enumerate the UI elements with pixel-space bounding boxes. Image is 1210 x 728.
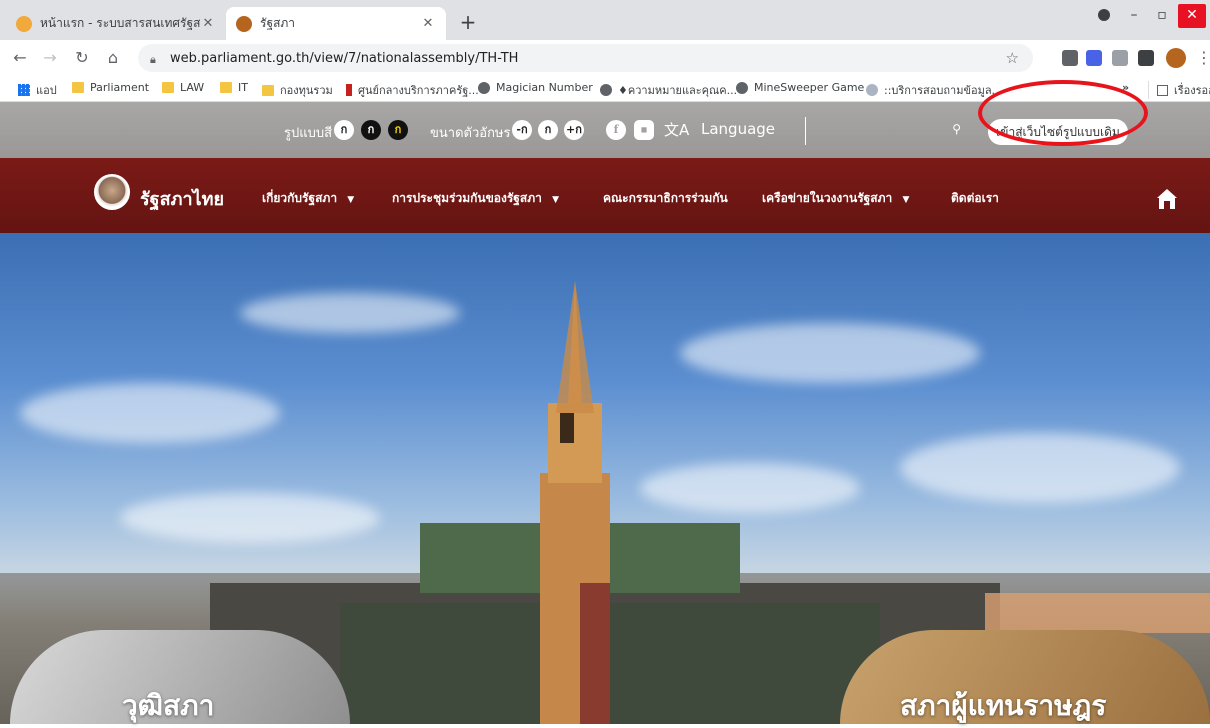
bookmark-meaning[interactable]: ♦ความหมายและคุณค... (600, 81, 737, 99)
language-button[interactable]: Language (701, 120, 775, 138)
tab-favicon (236, 15, 252, 32)
menu-kebab-icon[interactable]: ⋮ (1194, 48, 1210, 68)
browser-tab-home[interactable]: หน้าแรก - ระบบสารสนเทศรัฐสภา ✕ (6, 7, 226, 40)
home-browser-icon[interactable]: ⌂ (103, 48, 123, 68)
minimize-icon[interactable]: – (1120, 4, 1148, 28)
globe-icon (736, 81, 748, 94)
home-icon[interactable] (1156, 188, 1178, 214)
globe-icon (600, 84, 612, 96)
close-window-icon[interactable]: ✕ (1178, 4, 1206, 28)
extension-d-icon[interactable] (1086, 50, 1102, 66)
bookmark-parliament[interactable]: Parliament (72, 81, 149, 94)
site-search-input[interactable]: ⚲ (805, 117, 965, 145)
bookmark-minesweeper[interactable]: MineSweeper Game (736, 81, 864, 94)
bookmark-apps[interactable]: แอป (18, 81, 57, 99)
close-tab-icon[interactable]: ✕ (420, 16, 436, 31)
theme-label: รูปแบบสี (284, 126, 333, 141)
browser-tab-strip: หน้าแรก - ระบบสารสนเทศรัฐสภา ✕ รัฐสภา ✕ … (0, 0, 1210, 40)
globe-icon (478, 81, 490, 94)
theme-option-light[interactable]: ก (334, 120, 354, 140)
translate-icon[interactable]: 文A (664, 119, 689, 140)
browser-toolbar: ← → ↻ ⌂ 🔒︎ web.parliament.go.th/view/7/n… (0, 40, 1210, 76)
profile-icon[interactable] (1090, 4, 1118, 28)
extension-icon[interactable] (1062, 50, 1078, 66)
site-main-nav: รัฐสภาไทย เกี่ยวกับรัฐสภา ▼ การประชุมร่ว… (0, 158, 1210, 233)
reading-list-icon (1157, 84, 1168, 96)
house-of-representatives-card[interactable]: สภาผู้แทนราษฎร (840, 630, 1210, 724)
maximize-icon[interactable]: ▫ (1148, 4, 1176, 28)
extension-icon[interactable] (1112, 50, 1128, 66)
theme-option-yellow[interactable]: ก (388, 120, 408, 140)
font-size-label: ขนาดตัวอักษร (430, 126, 511, 141)
url-text: web.parliament.go.th/view/7/nationalasse… (170, 50, 519, 66)
page-icon (346, 84, 352, 96)
bookmark-gov-center[interactable]: ศูนย์กลางบริการภาครัฐ... (346, 81, 479, 99)
chevron-down-icon: ▼ (552, 195, 559, 205)
nav-item-contact[interactable]: ติดต่อเรา (951, 189, 999, 208)
new-tab-button[interactable]: + (456, 12, 480, 32)
senate-card[interactable]: วุฒิสภา (10, 630, 350, 724)
back-icon[interactable]: ← (10, 48, 30, 68)
font-increase-button[interactable]: +ก (564, 120, 584, 140)
nav-item-joint-committee[interactable]: คณะกรรมาธิการร่วมกัน (603, 189, 728, 208)
search-icon[interactable]: ⚲ (952, 122, 961, 136)
bookmark-it[interactable]: IT (220, 81, 248, 94)
highlight-annotation-circle (978, 80, 1148, 146)
theme-option-dark[interactable]: ก (361, 120, 381, 140)
avatar[interactable] (1166, 48, 1186, 68)
line-icon[interactable]: ◼︎ (634, 120, 654, 140)
folder-icon (220, 82, 232, 93)
address-bar[interactable]: 🔒︎ web.parliament.go.th/view/7/nationala… (138, 44, 1033, 72)
tab-title: หน้าแรก - ระบบสารสนเทศรัฐสภา (40, 16, 200, 30)
tab-title: รัฐสภา (260, 16, 296, 30)
folder-icon (162, 82, 174, 93)
bookmark-star-icon[interactable]: ☆ (1006, 49, 1019, 67)
chevron-down-icon: ▼ (902, 195, 910, 205)
folder-icon (72, 82, 84, 93)
extensions-puzzle-icon[interactable] (1138, 50, 1154, 66)
parliament-logo[interactable] (94, 174, 130, 210)
lock-icon: 🔒︎ (150, 53, 156, 66)
forward-icon[interactable]: → (40, 48, 60, 68)
apps-icon (18, 84, 30, 96)
nav-item-joint-sitting[interactable]: การประชุมร่วมกันของรัฐสภา ▼ (392, 189, 559, 208)
nav-item-about[interactable]: เกี่ยวกับรัฐสภา ▼ (262, 189, 354, 208)
folder-icon (262, 84, 274, 96)
reload-icon[interactable]: ↻ (72, 48, 92, 68)
browser-tab-parliament[interactable]: รัฐสภา ✕ (226, 7, 446, 40)
bookmark-law[interactable]: LAW (162, 81, 204, 94)
reading-list[interactable]: เรื่องรออ่าน (1148, 81, 1210, 99)
font-reset-button[interactable]: ก (538, 120, 558, 140)
bookmark-fund[interactable]: กองทุนรวม (262, 81, 333, 99)
site-name[interactable]: รัฐสภาไทย (140, 184, 224, 213)
chevron-down-icon: ▼ (347, 195, 355, 205)
house-card-label: สภาผู้แทนราษฎร (900, 689, 1107, 722)
close-tab-icon[interactable]: ✕ (200, 16, 216, 31)
senate-card-label: วุฒิสภา (122, 689, 215, 722)
globe-icon (866, 84, 878, 96)
facebook-icon[interactable]: f (606, 120, 626, 140)
tab-favicon (16, 15, 32, 32)
font-decrease-button[interactable]: -ก (512, 120, 532, 140)
nav-item-network[interactable]: เครือข่ายในวงงานรัฐสภา ▼ (762, 189, 909, 208)
bookmark-magician-number[interactable]: Magician Number (478, 81, 593, 94)
bookmark-inquiry-service[interactable]: ::บริการสอบถามข้อมูล... (866, 81, 1002, 99)
